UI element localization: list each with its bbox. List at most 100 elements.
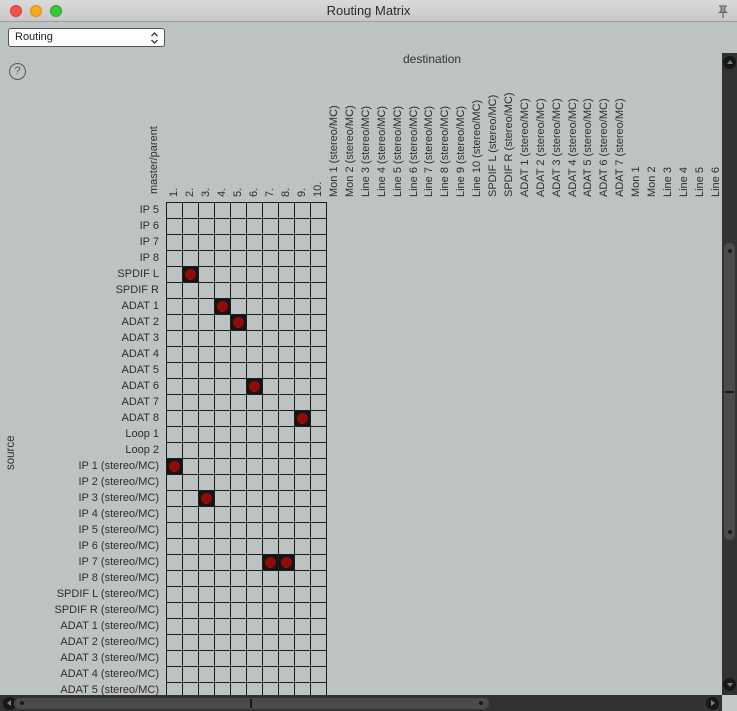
matrix-cell[interactable] (199, 267, 215, 283)
matrix-cell[interactable] (263, 299, 279, 315)
matrix-cell[interactable] (263, 283, 279, 299)
matrix-cell[interactable] (295, 203, 311, 219)
matrix-cell[interactable] (263, 459, 279, 475)
scroll-up-button[interactable] (723, 56, 736, 69)
matrix-cell[interactable] (247, 315, 263, 331)
matrix-cell[interactable] (311, 251, 327, 267)
matrix-cell[interactable] (167, 635, 183, 651)
matrix-cell[interactable] (199, 251, 215, 267)
matrix-cell[interactable] (215, 555, 231, 571)
matrix-cell[interactable] (263, 219, 279, 235)
matrix-cell[interactable] (263, 411, 279, 427)
matrix-cell[interactable] (199, 635, 215, 651)
matrix-cell[interactable] (263, 427, 279, 443)
matrix-cell[interactable] (167, 667, 183, 683)
matrix-cell[interactable] (231, 619, 247, 635)
matrix-cell[interactable] (199, 411, 215, 427)
matrix-cell[interactable] (183, 235, 199, 251)
matrix-cell[interactable] (215, 475, 231, 491)
matrix-cell[interactable] (311, 203, 327, 219)
matrix-cell[interactable] (247, 299, 263, 315)
matrix-cell[interactable] (263, 667, 279, 683)
matrix-cell[interactable] (215, 635, 231, 651)
matrix-cell[interactable] (167, 619, 183, 635)
matrix-cell[interactable] (279, 427, 295, 443)
matrix-cell[interactable] (231, 683, 247, 695)
matrix-cell[interactable] (279, 283, 295, 299)
matrix-cell[interactable] (279, 523, 295, 539)
pin-button[interactable] (715, 3, 731, 20)
matrix-cell[interactable] (295, 651, 311, 667)
matrix-cell[interactable] (295, 315, 311, 331)
matrix-cell[interactable] (215, 267, 231, 283)
matrix-cell[interactable] (279, 539, 295, 555)
matrix-cell[interactable] (311, 683, 327, 695)
matrix-cell[interactable] (247, 331, 263, 347)
matrix-cell[interactable] (215, 331, 231, 347)
matrix-cell[interactable] (199, 443, 215, 459)
matrix-cell[interactable] (295, 667, 311, 683)
matrix-cell[interactable] (231, 667, 247, 683)
matrix-cell[interactable] (311, 299, 327, 315)
matrix-cell[interactable] (279, 395, 295, 411)
matrix-cell[interactable] (263, 235, 279, 251)
matrix-cell[interactable] (199, 203, 215, 219)
matrix-cell[interactable] (295, 219, 311, 235)
vertical-scrollbar[interactable] (722, 53, 737, 695)
matrix-cell[interactable] (247, 427, 263, 443)
matrix-cell[interactable] (231, 635, 247, 651)
matrix-cell[interactable] (247, 619, 263, 635)
matrix-cell[interactable] (279, 443, 295, 459)
matrix-cell[interactable] (311, 443, 327, 459)
matrix-cell[interactable] (247, 555, 263, 571)
matrix-cell[interactable] (183, 299, 199, 315)
matrix-cell[interactable] (311, 267, 327, 283)
matrix-cell[interactable] (199, 347, 215, 363)
matrix-cell[interactable] (247, 283, 263, 299)
matrix-cell[interactable] (279, 459, 295, 475)
matrix-cell[interactable] (279, 587, 295, 603)
matrix-cell[interactable] (231, 347, 247, 363)
matrix-cell[interactable] (215, 651, 231, 667)
matrix-cell[interactable] (183, 203, 199, 219)
matrix-cell[interactable] (215, 283, 231, 299)
matrix-cell-routed[interactable] (215, 299, 231, 315)
matrix-cell[interactable] (199, 331, 215, 347)
matrix-cell[interactable] (247, 219, 263, 235)
matrix-cell[interactable] (215, 619, 231, 635)
matrix-cell-routed[interactable] (183, 267, 199, 283)
matrix-cell[interactable] (263, 635, 279, 651)
matrix-cell[interactable] (263, 539, 279, 555)
matrix-cell[interactable] (247, 667, 263, 683)
matrix-cell[interactable] (311, 571, 327, 587)
matrix-cell[interactable] (231, 395, 247, 411)
matrix-cell[interactable] (247, 203, 263, 219)
matrix-cell[interactable] (311, 459, 327, 475)
matrix-cell[interactable] (311, 379, 327, 395)
matrix-cell[interactable] (167, 203, 183, 219)
matrix-cell[interactable] (247, 571, 263, 587)
matrix-cell[interactable] (199, 395, 215, 411)
matrix-cell[interactable] (215, 539, 231, 555)
matrix-cell[interactable] (295, 283, 311, 299)
matrix-cell[interactable] (311, 363, 327, 379)
matrix-cell[interactable] (295, 635, 311, 651)
matrix-cell[interactable] (167, 379, 183, 395)
matrix-cell[interactable] (279, 299, 295, 315)
matrix-cell[interactable] (199, 459, 215, 475)
matrix-cell[interactable] (167, 523, 183, 539)
matrix-cell[interactable] (231, 267, 247, 283)
matrix-cell[interactable] (215, 395, 231, 411)
matrix-cell[interactable] (247, 459, 263, 475)
scroll-down-button[interactable] (723, 678, 736, 691)
matrix-cell[interactable] (183, 411, 199, 427)
matrix-cell-routed[interactable] (167, 459, 183, 475)
matrix-cell[interactable] (263, 651, 279, 667)
matrix-cell[interactable] (183, 475, 199, 491)
matrix-cell[interactable] (311, 619, 327, 635)
matrix-cell[interactable] (247, 539, 263, 555)
matrix-cell[interactable] (199, 603, 215, 619)
matrix-cell[interactable] (215, 427, 231, 443)
matrix-cell[interactable] (183, 363, 199, 379)
matrix-cell[interactable] (215, 347, 231, 363)
